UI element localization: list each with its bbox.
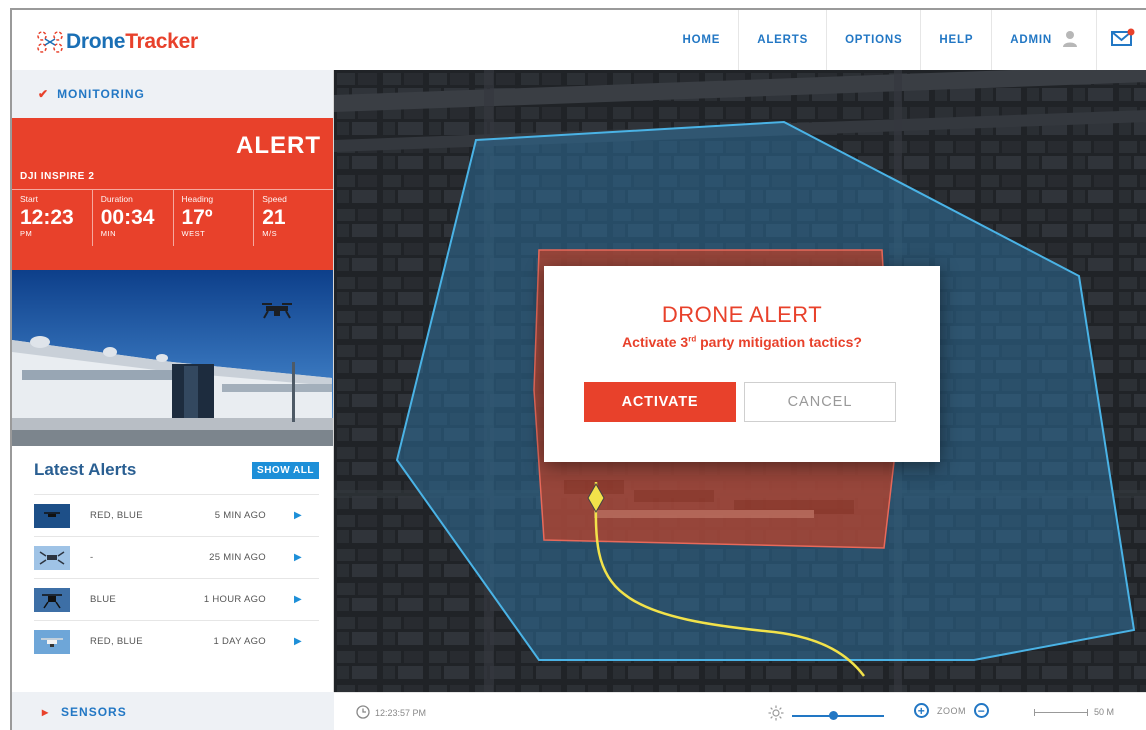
map-scale: 50 M [1034,707,1114,717]
alert-colors: - [90,552,94,563]
alert-time: 1 HOUR AGO [203,594,266,605]
zoom-label: ZOOM [937,705,966,716]
alert-row[interactable]: RED, BLUE 5 MIN AGO ▶ [34,494,319,536]
active-alert-card: ALERT DJI INSPIRE 2 Start 12:23 PM Durat… [12,118,334,270]
satellite-map[interactable]: DRONE ALERT Activate 3rd party mitigatio… [334,70,1146,692]
alert-row[interactable]: BLUE 1 HOUR AGO ▶ [34,578,319,620]
arrow-right-icon: ▶ [294,510,302,521]
stat-duration: Duration 00:34 MIN [91,190,173,246]
sensors-label: SENSORS [61,705,127,719]
latest-alerts-header: Latest Alerts SHOW ALL [12,446,333,494]
drone-alert-dialog: DRONE ALERT Activate 3rd party mitigatio… [544,266,940,462]
dialog-message: Activate 3rd party mitigation tactics? [544,334,940,350]
alert-colors: RED, BLUE [90,510,143,521]
monitoring-section-toggle[interactable]: ✔ MONITORING [12,70,333,118]
nav-alerts[interactable]: ALERTS [738,10,826,70]
alert-thumbnail [34,629,70,654]
dialog-title: DRONE ALERT [661,302,823,327]
cancel-button[interactable]: CANCEL [744,382,896,422]
stat-value: 00:34 [100,206,155,229]
brightness-control [768,705,884,726]
arrow-right-icon: ▶ [294,552,302,563]
admin-label: ADMIN [1010,34,1052,46]
alert-time: 5 MIN AGO [214,510,266,521]
alert-row[interactable]: RED, BLUE 1 DAY AGO ▶ [34,620,319,662]
latest-alerts-panel: Latest Alerts SHOW ALL RED, BLUE 5 MIN A… [12,446,333,662]
alert-thumbnail [34,545,70,570]
stat-unit: MIN [100,229,116,238]
brightness-icon [768,705,784,726]
alert-thumbnail [34,587,70,612]
stat-unit: PM [20,229,33,238]
app-window: DroneTracker HOME ALERTS OPTIONS HELP AD… [10,8,1146,730]
stat-label: Duration [100,194,133,204]
stat-value: 17º [181,206,213,229]
alert-colors: BLUE [90,594,117,605]
stat-unit: WEST [181,229,206,238]
alert-row[interactable]: - 25 MIN AGO ▶ [34,536,319,578]
nav-home[interactable]: HOME [665,10,739,70]
stat-speed: Speed 21 M/S [253,190,334,246]
stat-heading: Heading 17º WEST [172,190,254,246]
stat-value: 21 [262,206,286,229]
dialog-message-post: party mitigation tactics? [696,334,862,350]
timestamp-text: 12:23:57 PM [375,708,427,718]
scale-label: 50 M [1094,707,1115,717]
alert-time: 1 DAY AGO [213,636,266,647]
drone-logo-icon [36,30,64,54]
chevron-down-icon: ✔ [38,87,50,101]
clock-icon [356,705,370,721]
drone-model: DJI INSPIRE 2 [20,171,95,182]
nav-admin[interactable]: ADMIN [991,10,1096,70]
stat-label: Heading [181,194,214,204]
alert-thumbnail [34,503,70,528]
chevron-right-icon: ▸ [42,705,50,719]
mail-button[interactable] [1096,10,1146,70]
map-toolbar: 12:23:57 PM + ZOOM − 50 M [334,692,1146,730]
alert-title: ALERT [236,132,321,159]
dialog-message-pre: Activate 3 [622,334,689,350]
alert-colors: RED, BLUE [90,636,143,647]
arrow-right-icon: ▶ [294,636,302,647]
stat-unit: M/S [262,229,278,238]
sensors-section-toggle[interactable]: ▸ SENSORS [12,692,334,730]
nav-help[interactable]: HELP [920,10,991,70]
drone-camera-photo [12,270,333,446]
main-nav: HOME ALERTS OPTIONS HELP ADMIN [665,10,1146,70]
stat-value: 12:23 [20,206,74,229]
stat-start: Start 12:23 PM [12,190,92,246]
activate-button[interactable]: ACTIVATE [584,382,736,422]
map-timestamp: 12:23:57 PM [356,705,426,721]
left-sidebar: ✔ MONITORING ALERT DJI INSPIRE 2 Start 1… [12,70,334,730]
stat-label: Start [20,194,38,204]
zoom-in-icon[interactable]: + [914,703,929,718]
nav-options[interactable]: OPTIONS [826,10,920,70]
monitoring-label: MONITORING [57,87,145,101]
user-icon [1062,30,1078,51]
slider-knob[interactable] [829,710,839,720]
brand-name: DroneTracker [66,30,198,54]
stat-label: Speed [262,194,287,204]
zoom-out-icon[interactable]: − [974,703,989,718]
show-all-button[interactable]: SHOW ALL [252,461,319,479]
brand-logo[interactable]: DroneTracker [36,30,198,54]
latest-alerts-title: Latest Alerts [34,460,137,479]
brightness-slider[interactable] [792,710,884,720]
alert-time: 25 MIN AGO [209,552,266,563]
brand-name-part2: Tracker [125,30,198,53]
alert-stats: Start 12:23 PM Duration 00:34 MIN Headin… [12,189,334,246]
scale-bar [1034,708,1088,716]
zoom-control: + ZOOM − [914,703,989,718]
mail-icon [1110,28,1135,53]
top-header: DroneTracker HOME ALERTS OPTIONS HELP AD… [12,10,1146,70]
brand-name-part1: Drone [66,30,126,53]
arrow-right-icon: ▶ [294,594,302,605]
dialog-buttons: ACTIVATE CANCEL [584,382,896,422]
